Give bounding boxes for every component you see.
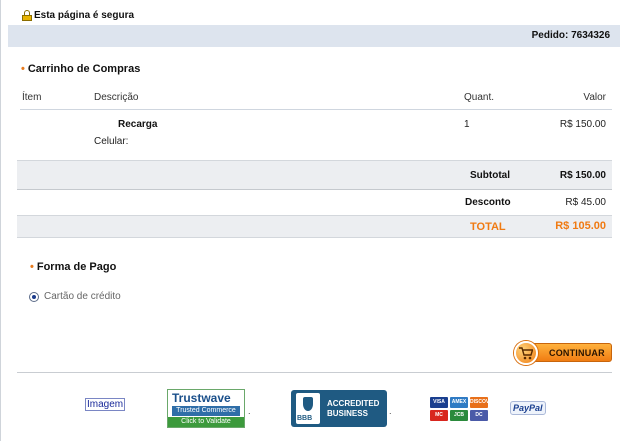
bbb-accredited-text: ACCREDITED BUSINESS [327, 399, 379, 419]
bbb-line-2: BUSINESS [327, 409, 368, 418]
bullet-icon: • [21, 63, 25, 75]
card-amex-icon: AMEX [450, 397, 468, 408]
card-visa-icon: VISA [430, 397, 448, 408]
column-header-description: Descrição [94, 92, 139, 103]
total-row: TOTAL R$ 105.00 [17, 216, 612, 238]
shopping-cart-icon [514, 341, 538, 365]
trustwave-validate-link: Click to Validate [168, 417, 244, 427]
payment-option-credit-card[interactable]: Cartão de crédito [29, 291, 121, 302]
column-header-quantity: Quant. [464, 92, 495, 103]
column-header-value: Valor [583, 92, 606, 103]
credit-card-radio[interactable] [29, 291, 39, 302]
trustwave-seal[interactable]: Trustwave Trusted Commerce Click to Vali… [167, 389, 245, 428]
subtotal-value: R$ 150.00 [559, 170, 606, 181]
product-value: R$ 150.00 [559, 119, 606, 130]
secure-page-text: Esta página é segura [34, 9, 135, 21]
secure-page-notice: Esta página é segura [22, 8, 134, 22]
product-quantity: 1 [464, 119, 470, 130]
payment-cards-logo: VISA AMEX DISCOVER MC JCB DC PayPal [430, 395, 546, 423]
total-value: R$ 105.00 [555, 220, 606, 232]
bbb-mark-text: BBB [297, 415, 313, 422]
cart-table-header: Ítem Descrição Quant. Valor [20, 92, 612, 110]
table-row: Recarga Celular: 1 R$ 150.00 [20, 118, 612, 158]
continue-button-label: CONTINUAR [549, 348, 605, 358]
cart-section-title: • Carrinho de Compras [21, 63, 140, 75]
discount-row: Desconto R$ 45.00 [17, 190, 612, 216]
card-mastercard-icon: MC [430, 410, 448, 421]
discount-label: Desconto [465, 197, 511, 208]
payment-title-text: Forma de Pago [36, 261, 117, 273]
bbb-line-1: ACCREDITED [327, 399, 380, 408]
card-discover-icon: DISCOVER [470, 397, 496, 408]
page-left-border [0, 0, 1, 441]
phone-label: Celular: [94, 136, 129, 147]
payment-section-title: • Forma de Pago [30, 261, 116, 273]
total-label: TOTAL [470, 221, 506, 233]
lock-icon [22, 9, 32, 21]
continue-button[interactable]: CONTINUAR [514, 341, 612, 365]
trustwave-logo: Trustwave [172, 391, 231, 405]
bbb-accredited-seal[interactable]: BBB ACCREDITED BUSINESS [291, 390, 387, 427]
product-name: Recarga [118, 119, 158, 130]
card-jcb-icon: JCB [450, 410, 468, 421]
trustwave-subtitle: Trusted Commerce [172, 406, 240, 416]
bullet-icon: • [30, 261, 34, 273]
separator-dot: . [248, 406, 251, 416]
paypal-logo: PayPal [510, 401, 546, 415]
subtotal-row: Subtotal R$ 150.00 [17, 160, 612, 190]
order-number: Pedido: 7634326 [531, 30, 610, 41]
card-diners-icon: DC [470, 410, 488, 421]
footer-divider [17, 372, 612, 373]
credit-card-label: Cartão de crédito [44, 291, 121, 302]
bbb-logo-icon: BBB [296, 393, 320, 424]
cart-title-text: Carrinho de Compras [27, 63, 141, 75]
discount-value: R$ 45.00 [565, 197, 606, 208]
order-header-bar: Pedido: 7634326 [8, 25, 620, 47]
column-header-item: Ítem [22, 92, 42, 103]
separator-dot: . [389, 406, 392, 416]
image-link[interactable]: Imagem [85, 398, 126, 411]
subtotal-label: Subtotal [470, 170, 510, 181]
